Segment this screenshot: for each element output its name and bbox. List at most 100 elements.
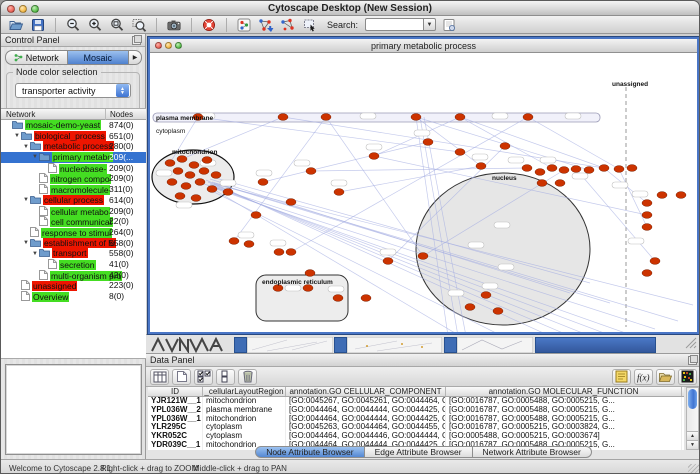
table-scrollbar[interactable]: ▲ ▼ — [686, 387, 699, 450]
network-canvas[interactable]: plasma membranecytoplasmmitochondrionnuc… — [150, 53, 697, 332]
network-node[interactable] — [173, 168, 183, 175]
network-node[interactable] — [207, 186, 217, 193]
expander-icon[interactable]: ▼ — [31, 152, 39, 163]
nucleus-region[interactable] — [416, 173, 590, 325]
tab-node-attribute-browser[interactable]: Node Attribute Browser — [255, 446, 364, 458]
network-node[interactable] — [189, 162, 199, 169]
import-attributes-icon[interactable] — [656, 369, 675, 385]
snapshot-icon[interactable] — [165, 17, 183, 33]
network-node[interactable] — [642, 224, 652, 231]
network-node[interactable] — [650, 258, 660, 265]
network-node[interactable] — [455, 149, 465, 156]
network-node[interactable] — [278, 114, 288, 121]
tree-row-cellular-metabo[interactable]: cellular metabo209(0) — [1, 206, 146, 217]
tree-row-unassigned[interactable]: unassigned223(0) — [1, 280, 146, 291]
network-node[interactable] — [306, 168, 316, 175]
network-node[interactable] — [522, 165, 532, 172]
network-node[interactable] — [418, 253, 428, 260]
tab-scroll-right-button[interactable]: ▶ — [128, 50, 142, 65]
tab-edge-attribute-browser[interactable]: Edge Attribute Browser — [365, 446, 473, 458]
tree-row-cell-communicat[interactable]: cell communicat22(0) — [1, 216, 146, 227]
network-node[interactable] — [535, 169, 545, 176]
network-node[interactable] — [411, 114, 421, 121]
network-node[interactable] — [305, 270, 315, 277]
table-row[interactable]: YLR295Ccytoplasm[GO:0045263, GO:0044464,… — [148, 423, 684, 432]
vizmapper-icon[interactable] — [235, 17, 253, 33]
network-node[interactable] — [642, 270, 652, 277]
network-node[interactable] — [229, 238, 239, 245]
column-header[interactable]: _cellularLayoutRegion — [203, 387, 286, 396]
unselect-attributes-icon[interactable] — [216, 369, 235, 385]
tree-row-secretion[interactable]: secretion41(0) — [1, 259, 146, 270]
network-node[interactable] — [584, 167, 594, 174]
column-header[interactable]: annotation.GO MOLECULAR_FUNCTION — [446, 387, 682, 396]
tree-row-multi-organism-pro[interactable]: multi-organism pro42(0) — [1, 270, 146, 281]
tree-row-overview[interactable]: Overview8(0) — [1, 291, 146, 302]
layout-network-alt-icon[interactable] — [279, 17, 297, 33]
formula-builder-icon[interactable]: f(x) — [634, 369, 653, 385]
tree-row-mosaic-demo-yeast[interactable]: mosaic-demo-yeast874(0) — [1, 120, 146, 131]
expander-icon[interactable]: ▼ — [13, 131, 21, 142]
network-node[interactable] — [321, 114, 331, 121]
network-node[interactable] — [274, 249, 284, 256]
zoom-fit-icon[interactable] — [108, 17, 126, 33]
network-node[interactable] — [657, 192, 667, 199]
network-node[interactable] — [465, 304, 475, 311]
birds-eye-view[interactable] — [5, 364, 142, 455]
network-node[interactable] — [334, 189, 344, 196]
network-node[interactable] — [642, 200, 652, 207]
network-node[interactable] — [165, 160, 175, 167]
save-icon[interactable] — [29, 17, 47, 33]
select-mode-icon[interactable] — [301, 17, 319, 33]
network-node[interactable] — [547, 165, 557, 172]
tree-row-macromolecule[interactable]: macromolecule311(0) — [1, 184, 146, 195]
network-node[interactable] — [571, 166, 581, 173]
float-panel-icon[interactable] — [132, 36, 141, 45]
table-row[interactable]: YPL036W__2plasma membrane[GO:0044464, GO… — [148, 406, 684, 415]
tab-network[interactable]: Network — [5, 50, 67, 65]
tree-row-transport[interactable]: ▼transport558(0) — [1, 248, 146, 259]
tab-network-attribute-browser[interactable]: Network Attribute Browser — [473, 446, 592, 458]
annotation-import-icon[interactable] — [440, 17, 458, 33]
network-node[interactable] — [361, 295, 371, 302]
select-attributes-icon[interactable] — [194, 369, 213, 385]
tree-row-nitrogen-compo[interactable]: nitrogen compo209(0) — [1, 173, 146, 184]
network-node[interactable] — [500, 143, 510, 150]
network-node[interactable] — [199, 168, 209, 175]
expander-icon[interactable]: ▼ — [22, 238, 30, 249]
tab-mosaic[interactable]: Mosaic — [67, 50, 129, 65]
tree-row-biological-process[interactable]: ▼biological_process651(0) — [1, 131, 146, 142]
network-node[interactable] — [175, 193, 185, 200]
resize-grip-icon[interactable] — [688, 464, 700, 474]
column-header[interactable]: annotation.GO CELLULAR_COMPONENT — [286, 387, 446, 396]
float-panel-icon[interactable] — [688, 356, 697, 365]
network-node[interactable] — [211, 172, 221, 179]
network-node[interactable] — [177, 156, 187, 163]
network-node[interactable] — [251, 212, 261, 219]
network-node[interactable] — [286, 249, 296, 256]
open-folder-icon[interactable] — [7, 17, 25, 33]
network-node[interactable] — [676, 192, 686, 199]
network-node[interactable] — [423, 139, 433, 146]
tree-row-cellular-process[interactable]: ▼cellular process614(0) — [1, 195, 146, 206]
network-node[interactable] — [642, 212, 652, 219]
network-node[interactable] — [455, 114, 465, 121]
network-node[interactable] — [383, 258, 393, 265]
delete-attribute-icon[interactable] — [238, 369, 257, 385]
tree-row-primary-metabo[interactable]: ▼primary metabo209(... — [1, 152, 146, 163]
layout-network-icon[interactable] — [257, 17, 275, 33]
network-node[interactable] — [202, 157, 212, 164]
network-node[interactable] — [627, 165, 637, 172]
expander-icon[interactable]: ▼ — [31, 249, 39, 260]
network-node[interactable] — [195, 179, 205, 186]
help-ring-icon[interactable] — [200, 17, 218, 33]
attribute-table[interactable]: ID_cellularLayoutRegionannotation.GO CEL… — [148, 387, 684, 450]
zoom-in-icon[interactable] — [86, 17, 104, 33]
network-view-window[interactable]: primary metabolic process plasma membran… — [148, 37, 699, 334]
tree-row-response-to-stimul[interactable]: response to stimul264(0) — [1, 227, 146, 238]
table-row[interactable]: YPL036W__1mitochondrion[GO:0044464, GO:0… — [148, 415, 684, 424]
network-node[interactable] — [258, 179, 268, 186]
network-node[interactable] — [167, 179, 177, 186]
table-row[interactable]: YKR052Ccytoplasm[GO:0044464, GO:0044446,… — [148, 432, 684, 441]
network-node[interactable] — [369, 153, 379, 160]
